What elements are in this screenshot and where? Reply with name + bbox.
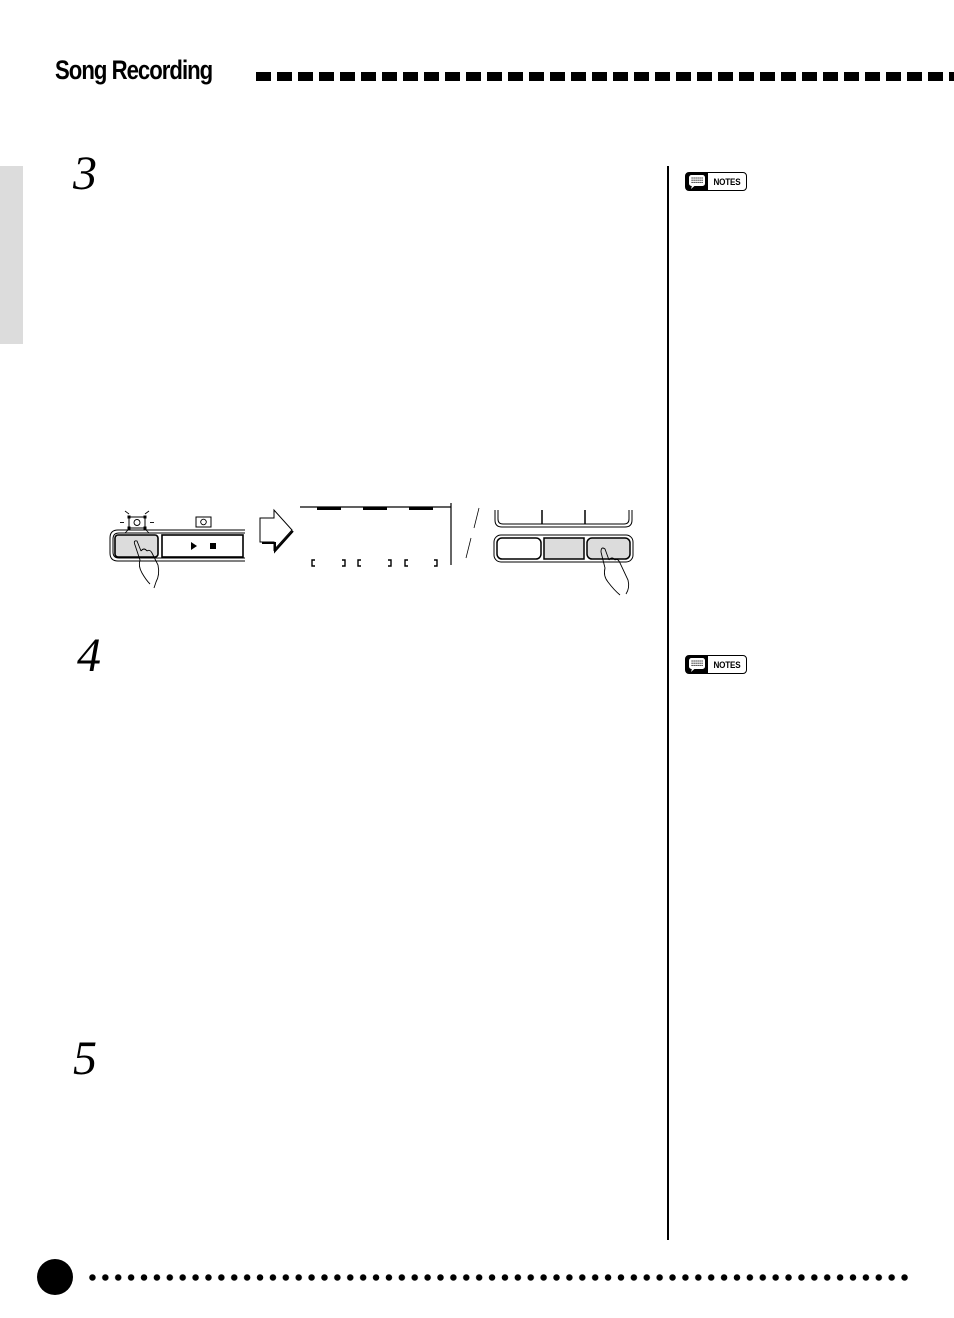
chapter-side-tab	[0, 166, 23, 344]
stop-icon	[210, 543, 216, 549]
page-section-title: Song Recording	[55, 55, 213, 85]
notes-icon	[686, 173, 708, 190]
page-number-badge	[37, 1259, 73, 1295]
panel-illustration	[109, 503, 634, 596]
track-button-1	[496, 537, 542, 560]
notes-label: NOTES	[713, 176, 741, 187]
step-number-4: 4	[77, 629, 101, 682]
notes-badge: NOTES	[685, 655, 747, 674]
lcd-display	[300, 503, 480, 567]
play-stop-button	[161, 534, 244, 558]
step-number-5: 5	[73, 1032, 97, 1085]
track-button-2	[543, 537, 585, 560]
step-number-3: 3	[73, 147, 97, 200]
track-buttons	[493, 510, 634, 563]
footer-dotted-rule	[86, 1274, 912, 1281]
notes-label: NOTES	[713, 659, 741, 670]
notes-icon	[686, 656, 708, 673]
record-button	[114, 534, 159, 558]
header-dashed-rule	[256, 72, 954, 81]
record-indicator-icon	[195, 516, 212, 528]
track-button-3	[586, 537, 631, 560]
notes-badge: NOTES	[685, 172, 747, 191]
margin-divider	[667, 166, 669, 1240]
